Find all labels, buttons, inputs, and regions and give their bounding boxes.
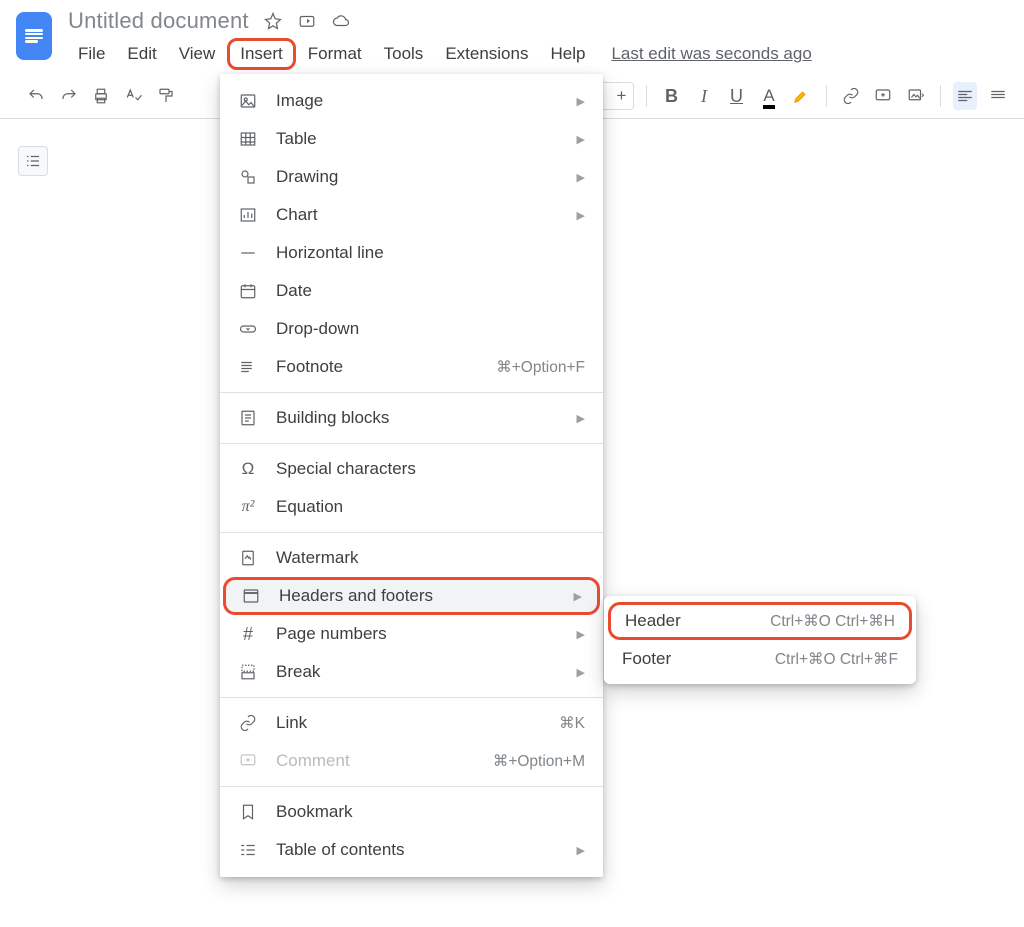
app-header: Untitled document File Edit View Insert … [0,0,1024,70]
insert-footnote[interactable]: Footnote ⌘+Option+F [220,348,603,386]
submenu-arrow-icon: ▶ [577,133,585,146]
headers-footers-icon [241,586,261,606]
horizontal-line-icon [238,243,258,263]
insert-horizontal-line[interactable]: Horizontal line [220,234,603,272]
print-icon[interactable] [89,82,113,110]
omega-icon: Ω [238,459,258,479]
insert-headers-footers[interactable]: Headers and footers ▶ [223,577,600,615]
insert-drawing[interactable]: Drawing ▶ [220,158,603,196]
submenu-footer[interactable]: Footer Ctrl+⌘O Ctrl+⌘F [604,640,916,678]
document-title[interactable]: Untitled document [68,8,249,34]
insert-bookmark[interactable]: Bookmark [220,793,603,831]
chart-icon [238,205,258,225]
insert-link[interactable]: Link ⌘K [220,704,603,742]
menu-format[interactable]: Format [298,38,372,70]
font-size-increase[interactable]: + [609,86,633,106]
footnote-icon [238,357,258,377]
spellcheck-icon[interactable] [121,82,145,110]
submenu-arrow-icon: ▶ [577,412,585,425]
insert-dropdown: Image ▶ Table ▶ Drawing ▶ Chart ▶ Horizo… [220,74,603,877]
paint-format-icon[interactable] [154,82,178,110]
date-icon [238,281,258,301]
menu-file[interactable]: File [68,38,115,70]
insert-page-numbers[interactable]: # Page numbers ▶ [220,615,603,653]
submenu-arrow-icon: ▶ [577,844,585,857]
toc-icon [238,840,258,860]
headers-footers-submenu: Header Ctrl+⌘O Ctrl+⌘H Footer Ctrl+⌘O Ct… [604,596,916,684]
insert-chart[interactable]: Chart ▶ [220,196,603,234]
table-icon [238,129,258,149]
cloud-status-icon[interactable] [331,11,351,31]
menu-edit[interactable]: Edit [117,38,166,70]
bookmark-icon [238,802,258,822]
redo-icon[interactable] [56,82,80,110]
insert-table[interactable]: Table ▶ [220,120,603,158]
last-edit-link[interactable]: Last edit was seconds ago [611,44,811,64]
insert-building-blocks[interactable]: Building blocks ▶ [220,399,603,437]
underline-button[interactable]: U [724,82,748,110]
building-blocks-icon [238,408,258,428]
menu-extensions[interactable]: Extensions [435,38,538,70]
star-icon[interactable] [263,11,283,31]
insert-date[interactable]: Date [220,272,603,310]
break-icon [238,662,258,682]
equation-icon: π² [238,497,258,517]
insert-toc[interactable]: Table of contents ▶ [220,831,603,869]
dropdown-chip-icon [238,319,258,339]
undo-icon[interactable] [24,82,48,110]
submenu-header[interactable]: Header Ctrl+⌘O Ctrl+⌘H [608,602,912,640]
menubar: File Edit View Insert Format Tools Exten… [68,38,1014,70]
text-color-button[interactable]: A [757,82,781,110]
image-icon [238,91,258,111]
docs-logo[interactable] [16,12,52,60]
move-icon[interactable] [297,11,317,31]
menu-view[interactable]: View [169,38,226,70]
insert-dropdown-chip[interactable]: Drop-down [220,310,603,348]
italic-button[interactable]: I [692,82,716,110]
link-icon [238,713,258,733]
insert-equation[interactable]: π² Equation [220,488,603,526]
align-left-icon[interactable] [953,82,977,110]
insert-special-characters[interactable]: Ω Special characters [220,450,603,488]
insert-watermark[interactable]: Watermark [220,539,603,577]
submenu-arrow-icon: ▶ [574,590,582,603]
menu-tools[interactable]: Tools [374,38,434,70]
left-rail [18,146,48,176]
menu-insert[interactable]: Insert [227,38,296,70]
bold-button[interactable]: B [659,82,683,110]
outline-icon[interactable] [18,146,48,176]
menu-help[interactable]: Help [540,38,595,70]
insert-link-icon[interactable] [839,82,863,110]
insert-image[interactable]: Image ▶ [220,82,603,120]
comment-icon [238,751,258,771]
insert-break[interactable]: Break ▶ [220,653,603,691]
submenu-arrow-icon: ▶ [577,171,585,184]
page-numbers-icon: # [238,624,258,644]
add-comment-icon[interactable] [871,82,895,110]
insert-comment: Comment ⌘+Option+M [220,742,603,780]
drawing-icon [238,167,258,187]
insert-image-icon[interactable] [904,82,928,110]
submenu-arrow-icon: ▶ [577,95,585,108]
highlight-color-button[interactable] [789,82,813,110]
submenu-arrow-icon: ▶ [577,666,585,679]
align-more-icon[interactable] [985,82,1009,110]
submenu-arrow-icon: ▶ [577,209,585,222]
submenu-arrow-icon: ▶ [577,628,585,641]
watermark-icon [238,548,258,568]
